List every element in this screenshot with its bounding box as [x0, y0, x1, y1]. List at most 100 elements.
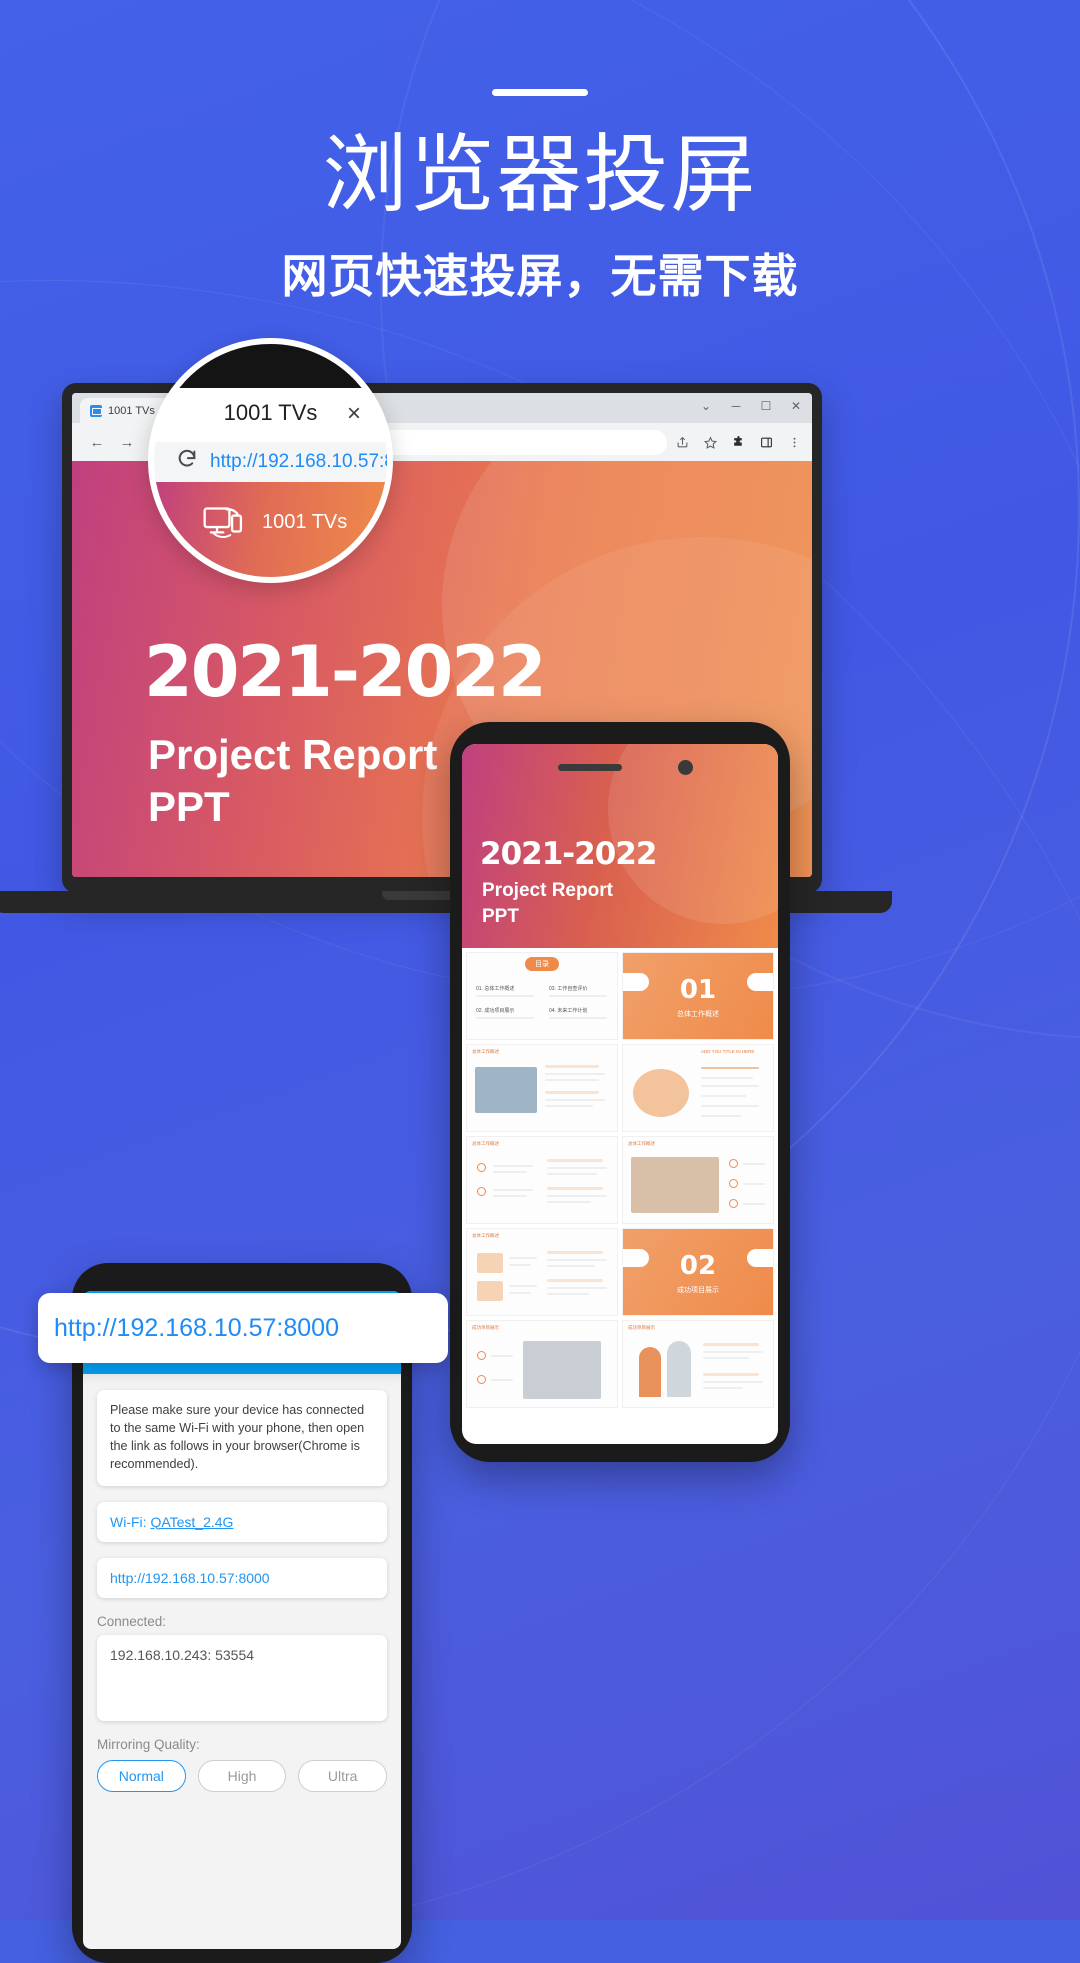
minimize-icon[interactable]: ─: [730, 399, 742, 413]
text-line: [547, 1159, 603, 1162]
favicon-icon: [90, 404, 102, 417]
url-card[interactable]: http://192.168.10.57:8000: [97, 1557, 387, 1598]
divider: [549, 995, 607, 997]
text-line: [545, 1079, 599, 1081]
bullet-dot: [729, 1159, 738, 1168]
text-line: [547, 1293, 589, 1295]
magnifier-page-area: 1001 TVs: [154, 482, 387, 577]
thumbnail-photo: [631, 1157, 719, 1213]
slide-thumbnail-grid: 目录 01. 总体工作概述 03. 工作自查评价 02. 成功项目展示 04. …: [462, 948, 778, 1412]
slide-caption: 成功项目展示: [628, 1325, 655, 1330]
more-menu-icon[interactable]: [787, 435, 802, 450]
text-line: [701, 1077, 753, 1079]
text-line: [701, 1095, 746, 1097]
phone-camera: [678, 760, 693, 775]
slide-thumbnail[interactable]: 02 成功项目展示: [622, 1228, 774, 1316]
bullet-dot: [729, 1199, 738, 1208]
url-callout: http://192.168.10.57:8000: [38, 1293, 448, 1363]
text-line: [545, 1105, 593, 1107]
text-line: [703, 1357, 749, 1359]
drag-handle: [492, 89, 588, 96]
text-line: [701, 1105, 759, 1107]
phone-speaker: [558, 764, 622, 771]
text-line: [703, 1381, 763, 1383]
maximize-icon[interactable]: ☐: [760, 399, 772, 413]
phone-right-body: 2021-2022 Project Report PPT 目录 01. 总体工作…: [450, 722, 790, 1462]
slide-thumbnail[interactable]: 成功项目展示: [622, 1320, 774, 1408]
magnifier-address-bar[interactable]: http://192.168.10.57:8000: [154, 442, 387, 482]
text-line: [509, 1264, 531, 1266]
phone-mockup-right: 2021-2022 Project Report PPT 目录 01. 总体工作…: [450, 722, 790, 1462]
mirrored-slide-year: 2021-2022: [480, 836, 657, 872]
text-line: [545, 1065, 599, 1068]
toc-item: 02. 成功项目展示: [476, 1008, 515, 1014]
slide-thumbnail[interactable]: 总体工作概述: [466, 1044, 618, 1132]
phone-mockup-left: 16:54: [72, 1263, 412, 1963]
wifi-value[interactable]: QATest_2.4G: [150, 1514, 233, 1530]
text-line: [743, 1163, 765, 1165]
text-line: [703, 1351, 763, 1353]
wifi-label: Wi-Fi:: [110, 1513, 147, 1530]
quality-option-high[interactable]: High: [197, 1759, 287, 1792]
text-line: [703, 1373, 759, 1376]
extensions-icon[interactable]: [731, 435, 746, 450]
reload-icon[interactable]: [176, 448, 198, 476]
star-icon[interactable]: [703, 435, 718, 450]
chevron-down-icon[interactable]: ⌄: [700, 399, 712, 413]
bullet-dot: [477, 1187, 486, 1196]
thumbnail-photo: [523, 1341, 601, 1399]
share-icon[interactable]: [675, 435, 690, 450]
wifi-card: Wi-Fi: QATest_2.4G: [97, 1501, 387, 1542]
forward-icon[interactable]: →: [112, 427, 142, 457]
text-line: [547, 1279, 603, 1282]
slide-thumbnail[interactable]: 总体工作概述: [622, 1136, 774, 1224]
text-line: [547, 1259, 607, 1261]
divider: [476, 1017, 534, 1019]
mirrored-slide: 2021-2022 Project Report PPT: [462, 744, 778, 948]
slide-thumbnail[interactable]: 目录 01. 总体工作概述 03. 工作自查评价 02. 成功项目展示 04. …: [466, 952, 618, 1040]
text-line: [701, 1085, 759, 1087]
text-line: [547, 1265, 595, 1267]
slide-thumbnail[interactable]: 总体工作概述: [466, 1136, 618, 1224]
magnifier-content: 1001 TVs × http://192.168.10.57:8000: [154, 344, 387, 577]
back-icon[interactable]: ←: [82, 427, 112, 457]
text-line: [547, 1201, 591, 1203]
text-line: [545, 1091, 599, 1094]
slide-caption: 总体工作概述: [472, 1233, 499, 1238]
divider: [476, 995, 534, 997]
text-line: [547, 1173, 597, 1175]
quality-option-normal[interactable]: Normal: [97, 1759, 186, 1792]
close-icon[interactable]: ×: [347, 400, 361, 428]
magnifier-bezel: [154, 344, 387, 388]
connected-label: Connected:: [97, 1613, 167, 1629]
mirrored-slide-line-2: PPT: [482, 906, 519, 927]
cast-button[interactable]: 1001 TVs: [202, 500, 347, 545]
sidepanel-icon[interactable]: [759, 435, 774, 450]
text-line: [509, 1257, 537, 1259]
text-line: [491, 1379, 513, 1381]
phone-left-body: 16:54: [72, 1263, 412, 1963]
slide-thumbnail[interactable]: 成功项目展示: [466, 1320, 618, 1408]
text-line: [493, 1195, 527, 1197]
slide-thumbnail[interactable]: ADD YOU TITLE IN HERE: [622, 1044, 774, 1132]
slide-line-2: PPT: [148, 783, 230, 830]
quality-option-ultra[interactable]: Ultra: [298, 1759, 388, 1792]
person-silhouette: [639, 1347, 661, 1397]
slide-thumbnail[interactable]: 总体工作概述: [466, 1228, 618, 1316]
slide-caption: 总体工作概述: [472, 1141, 499, 1146]
slide-thumbnail[interactable]: 01 总体工作概述: [622, 952, 774, 1040]
text-line: [509, 1292, 531, 1294]
slide-caption: 总体工作概述: [472, 1049, 499, 1054]
thumbnail-photo: [475, 1067, 537, 1113]
text-line: [743, 1183, 765, 1185]
text-line: [703, 1343, 759, 1346]
magnifier-url: http://192.168.10.57:8000: [210, 451, 387, 472]
cast-screen-icon: [202, 500, 248, 545]
page-subtitle: 网页快速投屏，无需下载: [281, 250, 799, 302]
text-line: [509, 1285, 537, 1287]
connected-card: 192.168.10.243: 53554: [97, 1634, 387, 1721]
person-silhouette: [667, 1341, 691, 1397]
text-line: [547, 1187, 603, 1190]
close-icon[interactable]: ✕: [790, 399, 802, 413]
mirrored-slide-decoration: [608, 744, 778, 924]
